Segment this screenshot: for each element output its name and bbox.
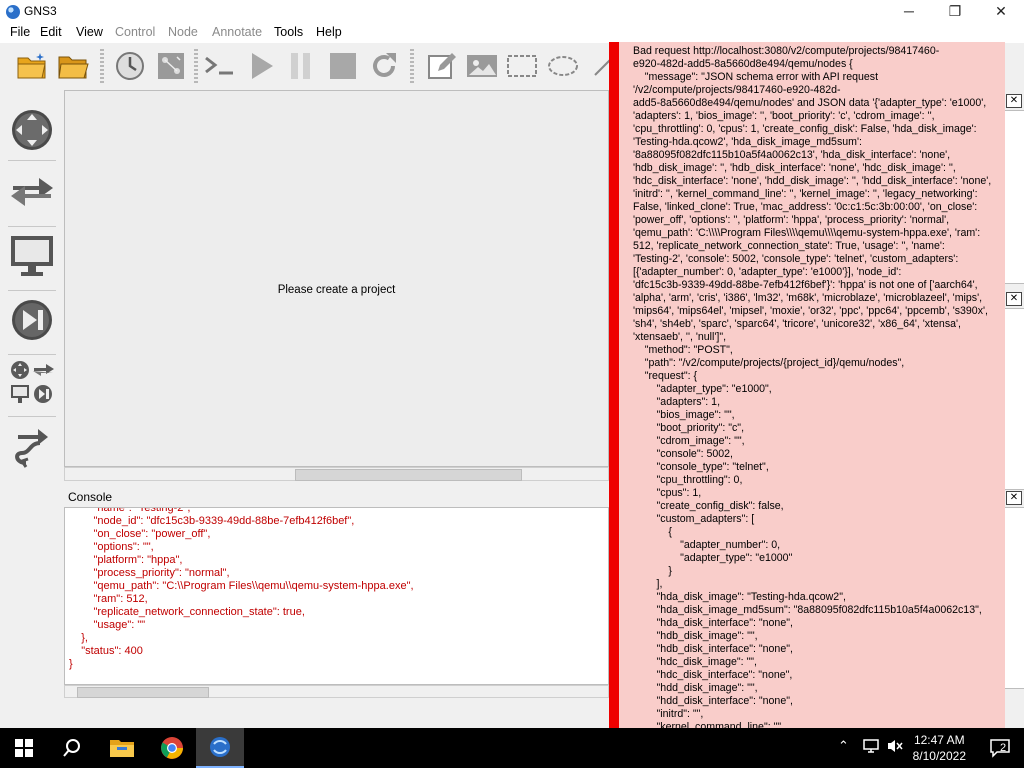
- switches-icon[interactable]: [8, 168, 56, 216]
- start-all-icon[interactable]: [245, 49, 279, 83]
- dock-close-icon[interactable]: ✕: [1006, 292, 1022, 306]
- menu-bar: File Edit View Control Node Annotate Too…: [0, 24, 1024, 43]
- new-project-icon[interactable]: [15, 49, 49, 83]
- toolbar-separator: [100, 49, 104, 83]
- windows-taskbar: ⌃ 12:47 AM 8/10/2022 2: [0, 728, 1024, 768]
- search-icon[interactable]: [48, 728, 96, 768]
- topology-summary-icon[interactable]: [154, 49, 188, 83]
- device-separator: [8, 160, 56, 161]
- snapshot-icon[interactable]: [113, 49, 147, 83]
- dock-panel-frame: [1005, 308, 1024, 490]
- maximize-button[interactable]: ❐: [932, 0, 978, 24]
- dock-close-icon[interactable]: ✕: [1006, 491, 1022, 505]
- menu-help[interactable]: Help: [316, 25, 342, 39]
- menu-annotate[interactable]: Annotate: [212, 25, 262, 39]
- window-title: GNS3: [24, 4, 57, 18]
- suspend-all-icon[interactable]: [284, 49, 318, 83]
- main-toolbar: [0, 43, 620, 88]
- scrollbar-thumb[interactable]: [295, 469, 522, 481]
- toolbar-separator: [410, 49, 414, 83]
- routers-icon[interactable]: [8, 106, 56, 154]
- menu-edit[interactable]: Edit: [40, 25, 62, 39]
- gns3-app-icon: [6, 5, 20, 19]
- error-notification[interactable]: Bad request http://localhost:3080/v2/com…: [619, 42, 1005, 728]
- file-explorer-icon[interactable]: [98, 728, 146, 768]
- stop-all-icon[interactable]: [326, 49, 360, 83]
- volume-muted-icon[interactable]: [886, 738, 904, 757]
- gns3-taskbar-icon[interactable]: [196, 728, 244, 768]
- insert-picture-icon[interactable]: [465, 49, 499, 83]
- dock-panel-frame: [1005, 110, 1024, 284]
- console-title: Console: [68, 490, 113, 504]
- close-button[interactable]: ✕: [978, 0, 1024, 24]
- dock-close-icon[interactable]: ✕: [1006, 94, 1022, 108]
- create-project-message: Please create a project: [277, 284, 396, 296]
- device-sidebar: [0, 88, 62, 728]
- system-clock[interactable]: 12:47 AM 8/10/2022: [913, 732, 966, 764]
- draw-ellipse-icon[interactable]: [546, 49, 580, 83]
- security-devices-icon[interactable]: [8, 296, 56, 344]
- console-horizontal-scrollbar[interactable]: [64, 685, 609, 698]
- error-accent-bar: [609, 42, 619, 728]
- title-bar: GNS3 ─ ❐ ✕: [0, 0, 1024, 24]
- notification-center-icon[interactable]: 2: [976, 728, 1024, 768]
- device-separator: [8, 354, 56, 355]
- add-link-icon[interactable]: [8, 422, 56, 470]
- clock-date: 8/10/2022: [912, 749, 966, 763]
- menu-file[interactable]: File: [10, 25, 30, 39]
- menu-tools[interactable]: Tools: [274, 25, 303, 39]
- chrome-icon[interactable]: [148, 728, 196, 768]
- menu-node[interactable]: Node: [168, 25, 198, 39]
- network-icon[interactable]: [862, 738, 880, 757]
- open-project-icon[interactable]: [56, 49, 90, 83]
- scrollbar-thumb[interactable]: [77, 687, 209, 698]
- all-devices-icon[interactable]: [8, 358, 56, 406]
- device-separator: [8, 226, 56, 227]
- console-output[interactable]: "name": "Testing-2", "node_id": "dfc15c3…: [64, 507, 609, 685]
- menu-view[interactable]: View: [76, 25, 103, 39]
- minimize-button[interactable]: ─: [886, 0, 932, 24]
- canvas-horizontal-scrollbar[interactable]: [64, 467, 609, 481]
- reload-all-icon[interactable]: [367, 49, 401, 83]
- dock-panel-frame: [1005, 507, 1024, 689]
- clock-time: 12:47 AM: [913, 733, 965, 747]
- menu-control[interactable]: Control: [115, 25, 155, 39]
- error-message: Bad request http://localhost:3080/v2/com…: [633, 45, 992, 728]
- windows-start-icon[interactable]: [0, 728, 48, 768]
- console-all-icon[interactable]: [203, 49, 237, 83]
- notification-count: 2: [1000, 742, 1007, 754]
- draw-rectangle-icon[interactable]: [505, 49, 539, 83]
- toolbar-separator: [194, 49, 198, 83]
- end-devices-icon[interactable]: [8, 232, 56, 280]
- add-note-icon[interactable]: [424, 49, 458, 83]
- device-separator: [8, 290, 56, 291]
- topology-canvas[interactable]: Please create a project: [64, 90, 609, 467]
- device-separator: [8, 416, 56, 417]
- console-text: "name": "Testing-2", "node_id": "dfc15c3…: [69, 507, 414, 670]
- show-hidden-icons-icon[interactable]: ⌃: [838, 738, 849, 754]
